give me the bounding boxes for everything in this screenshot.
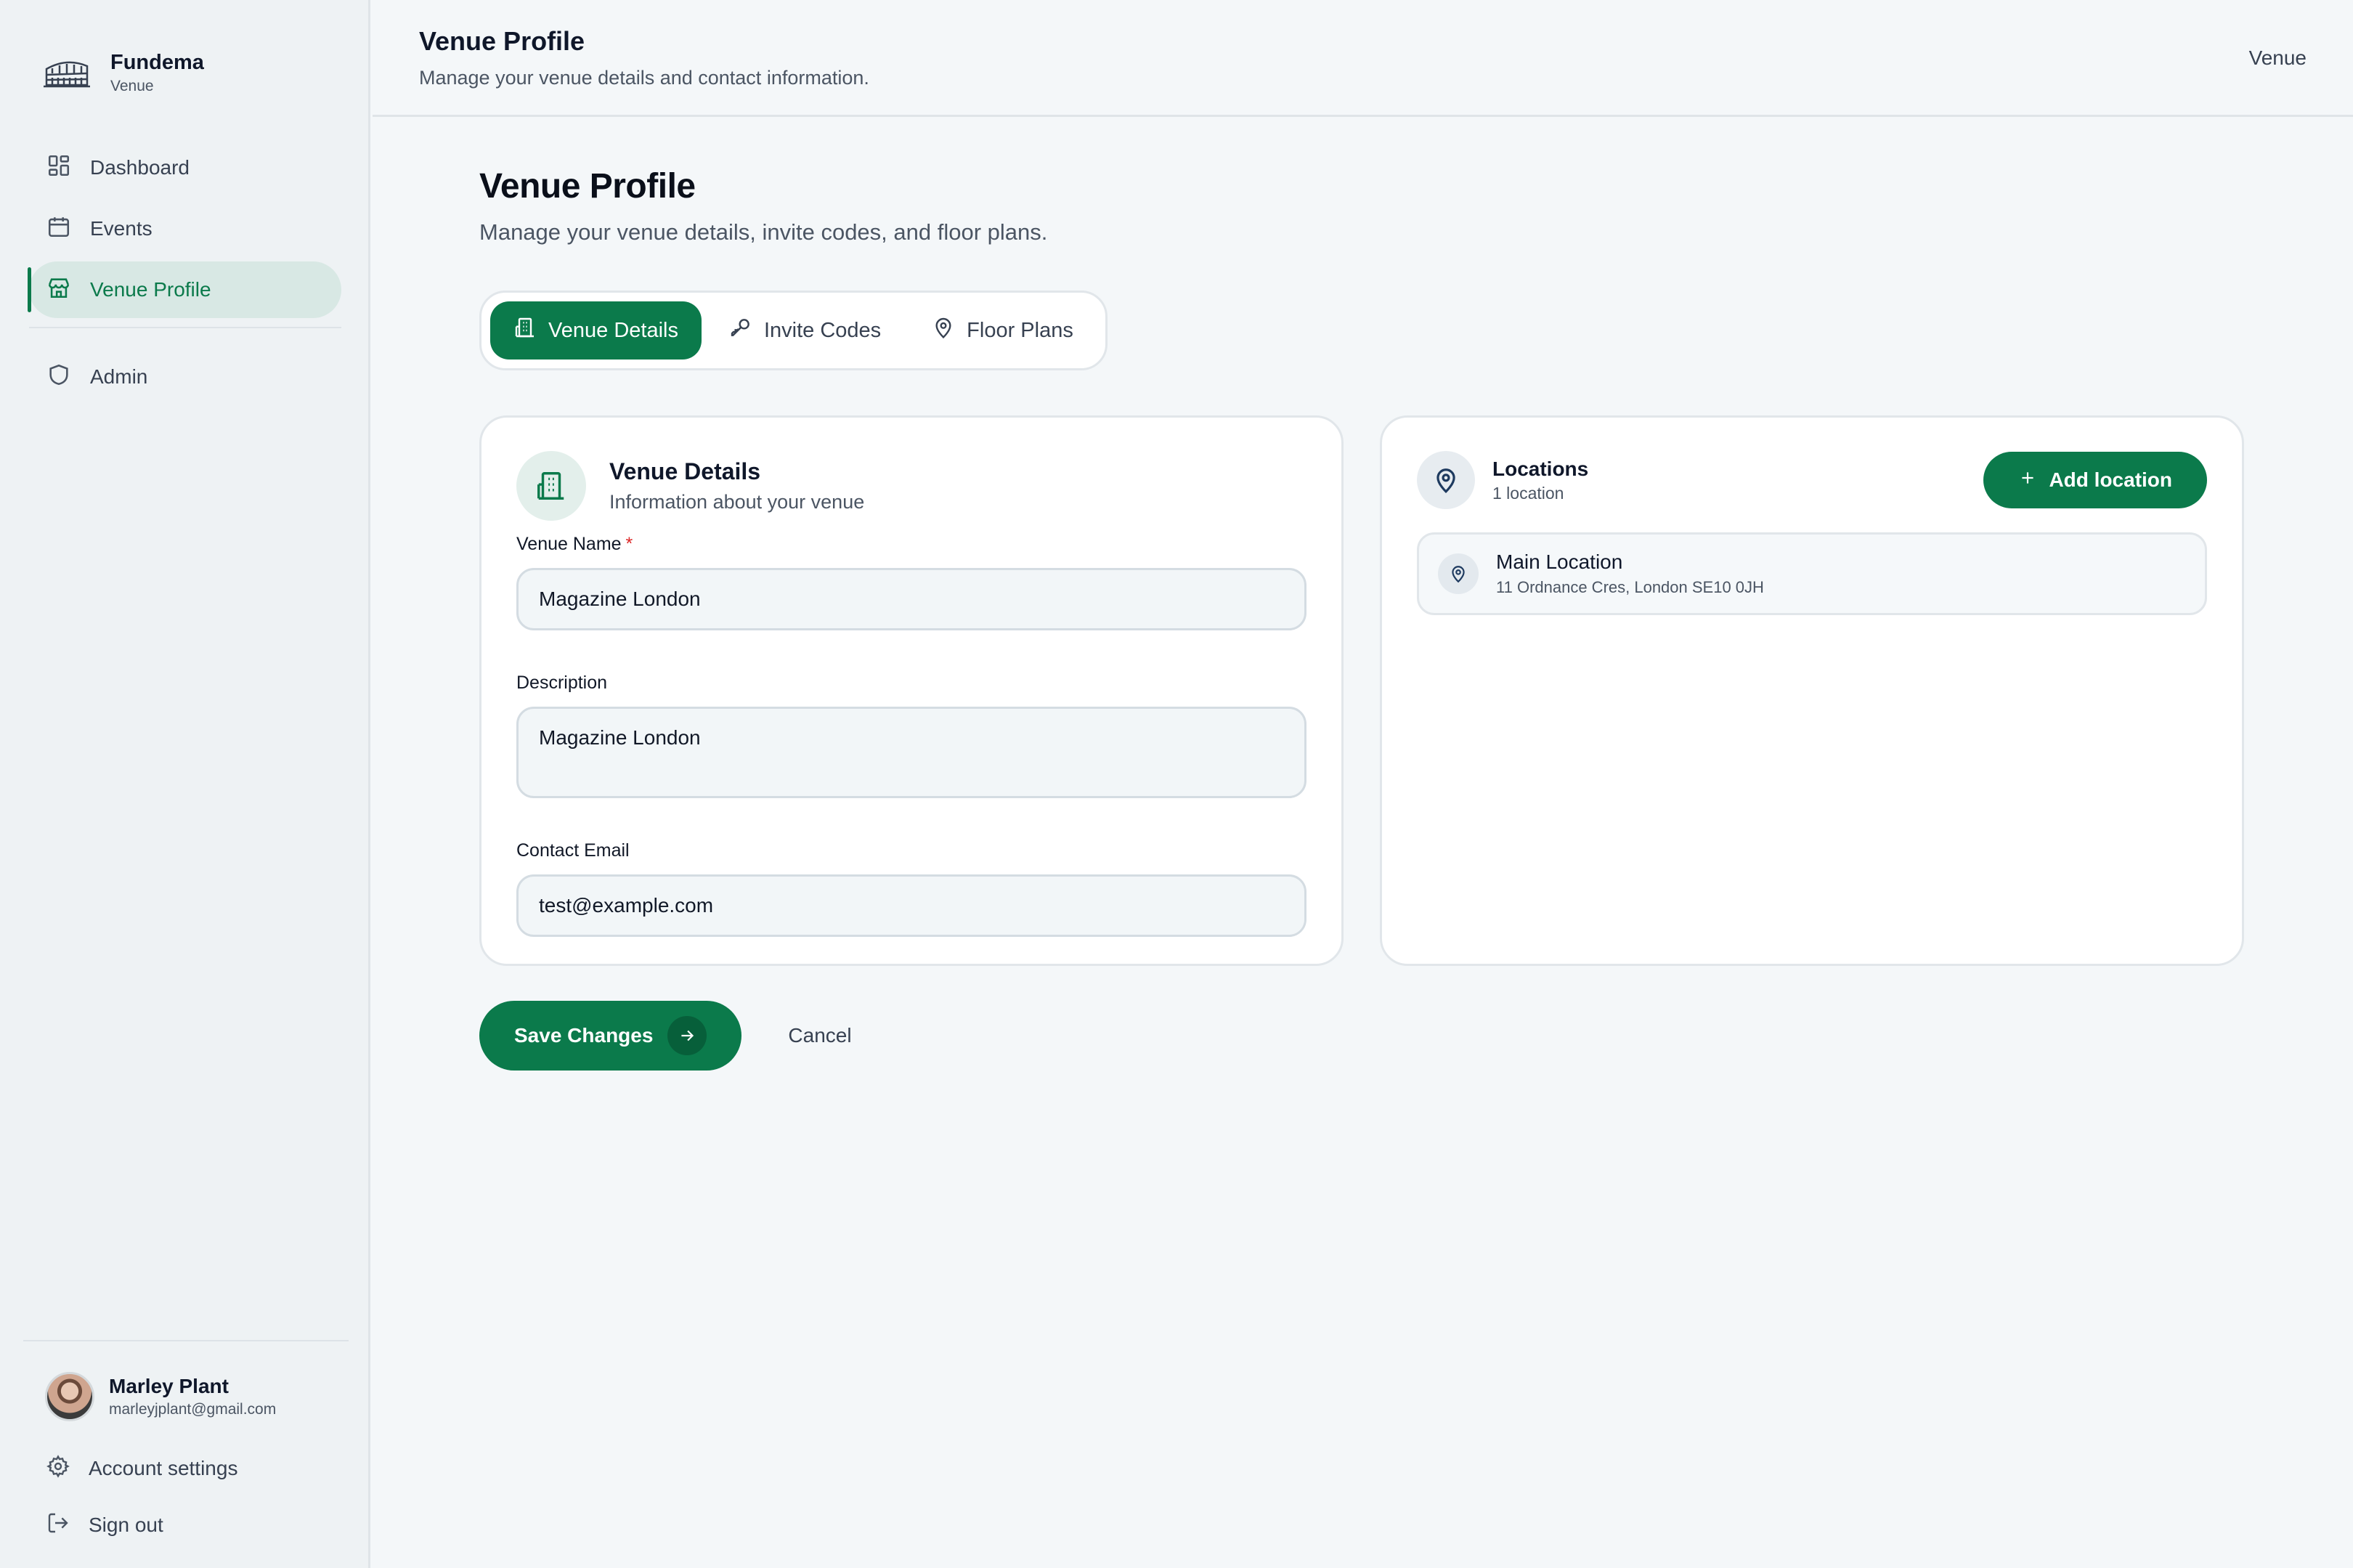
save-changes-button[interactable]: Save Changes — [479, 1001, 742, 1071]
contact-email-label: Contact Email — [516, 840, 630, 861]
sidebar-item-label: Dashboard — [90, 156, 190, 179]
contact-email-input[interactable]: test@example.com — [516, 874, 1306, 937]
tab-venue-details[interactable]: Venue Details — [490, 301, 702, 359]
tab-bar: Venue Details Invite Codes Floor Plans — [479, 291, 1108, 370]
arrow-right-icon — [667, 1016, 707, 1055]
locations-count: 1 location — [1492, 483, 1564, 503]
map-pin-icon — [1438, 553, 1479, 594]
sidebar-nav: Dashboard Events Venue Profile Admin — [28, 139, 341, 410]
divider — [29, 327, 341, 328]
dashboard-icon — [46, 153, 71, 183]
calendar-icon — [46, 214, 71, 244]
venue-details-card: Venue Details Information about your ven… — [479, 415, 1344, 966]
location-list-item[interactable]: Main Location 11 Ordnance Cres, London S… — [1417, 532, 2207, 615]
page-title: Venue Profile — [479, 167, 696, 206]
page-subtitle: Manage your venue details, invite codes,… — [479, 219, 1048, 245]
user-email: marleyjplant@gmail.com — [109, 1401, 277, 1418]
main-content: Venue Profile Manage your venue details,… — [479, 117, 2244, 1071]
tab-label: Venue Details — [548, 318, 678, 342]
gear-icon — [46, 1454, 70, 1483]
description-label: Description — [516, 673, 608, 693]
add-location-label: Add location — [2049, 468, 2172, 491]
sign-out-label: Sign out — [89, 1514, 163, 1536]
sidebar: Fundema Venue Dashboard Events Venue Pro… — [0, 0, 370, 1568]
sign-out-link[interactable]: Sign out — [23, 1497, 349, 1553]
card-subtitle: Information about your venue — [609, 491, 865, 513]
sidebar-item-admin[interactable]: Admin — [29, 349, 341, 405]
brand-name: Fundema — [110, 51, 204, 74]
description-textarea[interactable]: Magazine London — [516, 707, 1306, 798]
location-name: Main Location — [1496, 551, 1623, 573]
card-title: Venue Details — [609, 458, 761, 484]
sidebar-item-dashboard[interactable]: Dashboard — [29, 139, 341, 196]
locations-title: Locations — [1492, 457, 1589, 480]
map-pin-icon — [932, 316, 955, 345]
venue-name-label-text: Venue Name — [516, 534, 622, 554]
venue-name-label: Venue Name * — [516, 534, 1306, 555]
key-icon — [729, 316, 752, 345]
required-mark: * — [625, 534, 633, 554]
tab-label: Invite Codes — [763, 318, 882, 342]
tab-invite-codes[interactable]: Invite Codes — [706, 301, 904, 359]
save-changes-label: Save Changes — [514, 1024, 654, 1047]
top-header: Venue Profile Manage your venue details … — [373, 0, 2353, 117]
user-name: Marley Plant — [109, 1375, 229, 1397]
cards-row: Venue Details Information about your ven… — [479, 415, 2244, 966]
sidebar-item-events[interactable]: Events — [29, 200, 341, 257]
divider — [23, 1340, 349, 1341]
app-root: Fundema Venue Dashboard Events Venue Pro… — [0, 0, 2353, 1568]
header-title: Venue Profile — [419, 26, 585, 56]
form-actions: Save Changes Cancel — [479, 1001, 2244, 1071]
brand[interactable]: Fundema Venue — [44, 49, 204, 97]
avatar — [45, 1372, 94, 1421]
sidebar-item-label: Events — [90, 217, 153, 240]
brand-role: Venue — [110, 78, 154, 94]
account-settings-label: Account settings — [89, 1457, 238, 1479]
add-location-button[interactable]: Add location — [1983, 452, 2207, 508]
sidebar-item-venue-profile[interactable]: Venue Profile — [28, 261, 341, 318]
header-role-label: Venue — [2248, 46, 2307, 69]
map-pin-icon — [1417, 451, 1475, 509]
account-settings-link[interactable]: Account settings — [23, 1440, 349, 1497]
sidebar-item-label: Admin — [90, 365, 148, 388]
sidebar-footer: Marley Plant marleyjplant@gmail.com Acco… — [23, 1340, 349, 1568]
sidebar-item-label: Venue Profile — [90, 278, 211, 301]
shield-icon — [46, 362, 71, 392]
building-icon — [513, 316, 537, 345]
venue-name-input[interactable]: Magazine London — [516, 568, 1306, 630]
cancel-button[interactable]: Cancel — [788, 1024, 851, 1047]
user-profile[interactable]: Marley Plant marleyjplant@gmail.com — [23, 1372, 349, 1421]
locations-card: Locations 1 location Add location Main L… — [1380, 415, 2244, 966]
tab-label: Floor Plans — [967, 318, 1073, 342]
tab-floor-plans[interactable]: Floor Plans — [909, 301, 1097, 359]
colosseum-icon — [44, 53, 90, 94]
sign-out-icon — [46, 1511, 70, 1540]
building-icon — [516, 451, 586, 521]
location-address: 11 Ordnance Cres, London SE10 0JH — [1496, 578, 1764, 596]
store-icon — [46, 275, 71, 305]
plus-icon — [2018, 468, 2037, 492]
header-subtitle: Manage your venue details and contact in… — [419, 67, 869, 89]
